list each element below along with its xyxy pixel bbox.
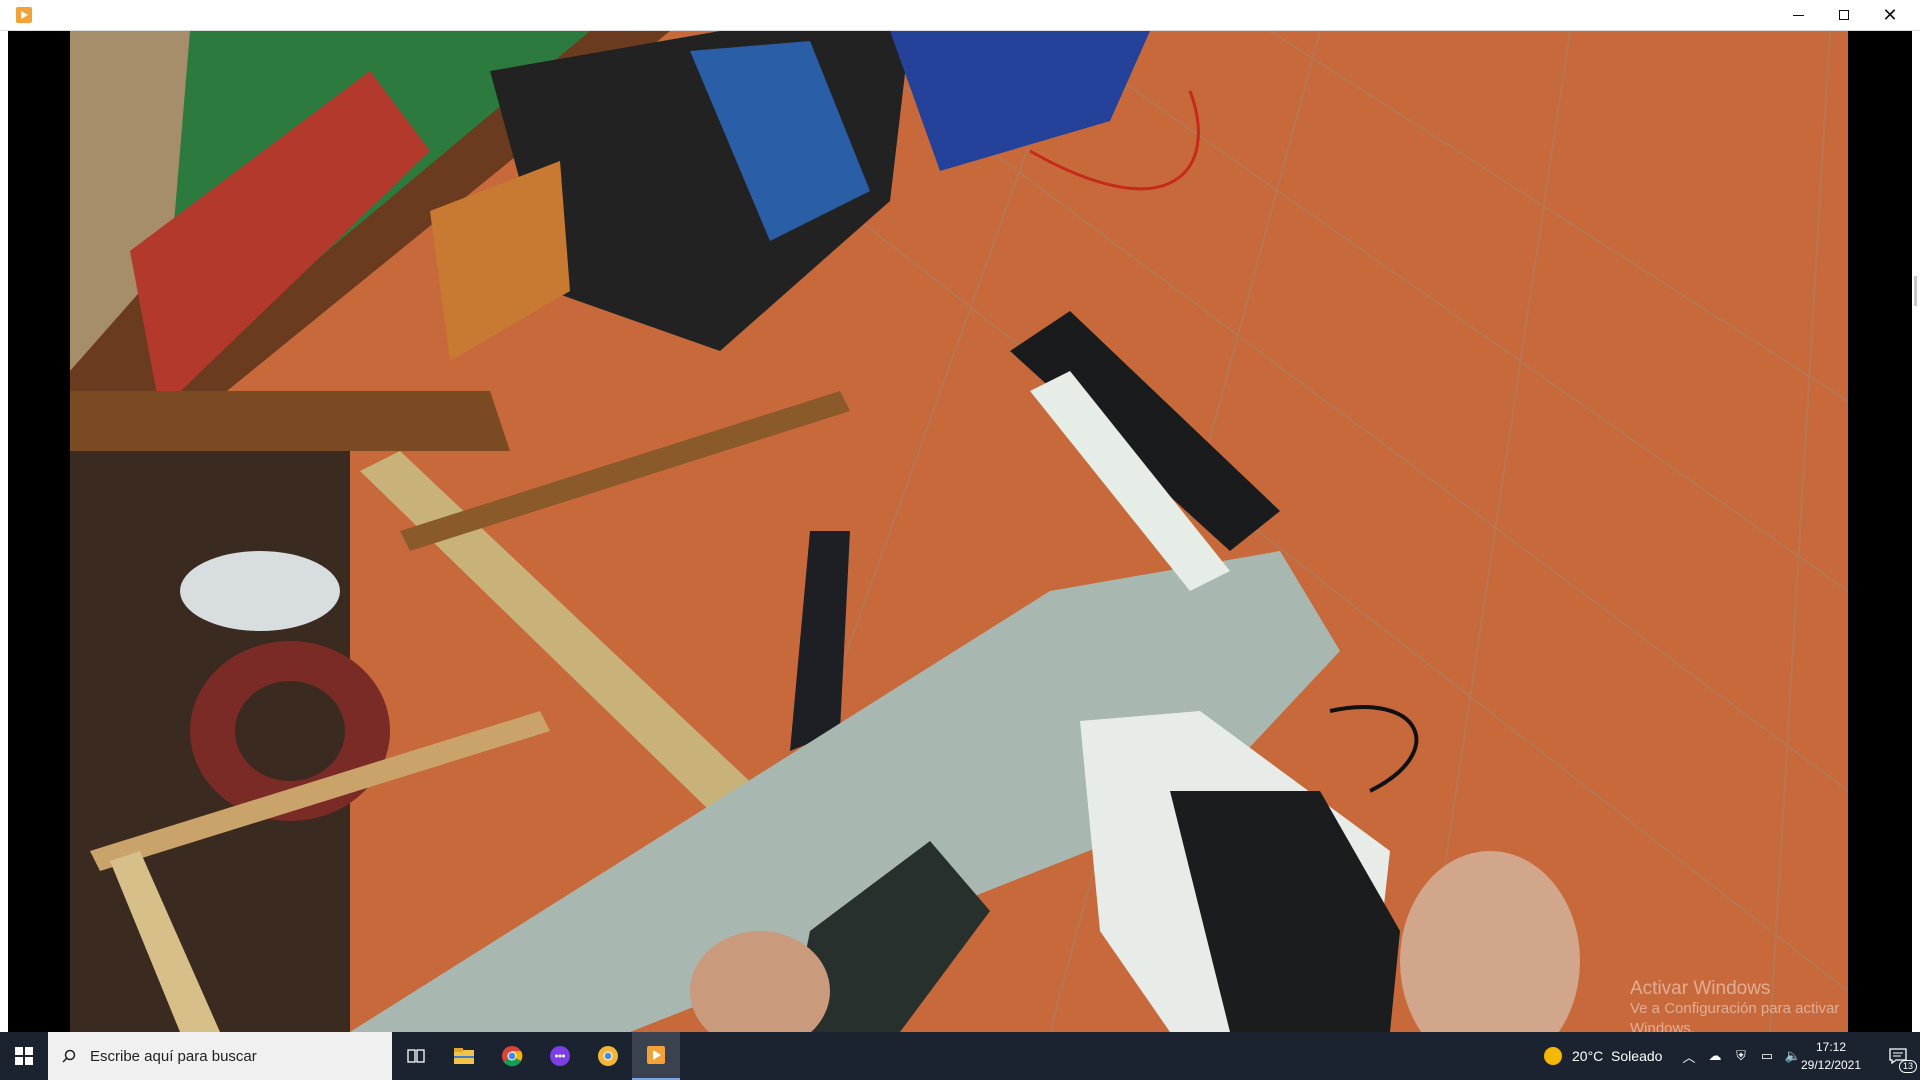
security-icon[interactable]: ⛨	[1732, 1047, 1750, 1065]
chrome-canary-button[interactable]	[584, 1032, 632, 1080]
weather-widget[interactable]: 20°C Soleado	[1544, 1032, 1662, 1080]
maximize-button[interactable]	[1821, 0, 1867, 30]
media-player-icon	[16, 7, 32, 23]
messenger-icon	[550, 1046, 570, 1066]
search-icon	[62, 1049, 76, 1063]
media-player-taskbar-button[interactable]	[632, 1032, 680, 1080]
windows-start-icon	[15, 1047, 33, 1065]
minimize-icon	[1792, 14, 1804, 16]
scroll-thumb[interactable]	[1914, 276, 1917, 306]
activation-watermark: Activar Windows Ve a Configuración para …	[1630, 978, 1848, 1033]
sun-icon	[1544, 1047, 1562, 1065]
video-frame[interactable]: Activar Windows Ve a Configuración para …	[8, 31, 1912, 1032]
notifications-button[interactable]: 13	[1876, 1032, 1920, 1080]
task-view-icon	[407, 1049, 425, 1063]
media-player-window: ✕ Activar Windows Ve a Configuración par…	[0, 0, 1920, 1032]
weather-text: 20°C Soleado	[1572, 1048, 1663, 1064]
chrome-button[interactable]	[488, 1032, 536, 1080]
clock[interactable]: 17:12 29/12/2021	[1792, 1038, 1870, 1074]
file-explorer-icon	[454, 1048, 474, 1064]
activation-watermark-text: Ve a Configuración para activar Windows.	[1630, 1000, 1840, 1032]
messenger-button[interactable]	[536, 1032, 584, 1080]
network-icon[interactable]: ▭	[1758, 1047, 1776, 1065]
title-bar[interactable]: ✕	[0, 0, 1920, 31]
minimize-button[interactable]	[1775, 0, 1821, 30]
start-button[interactable]	[0, 1032, 48, 1080]
activation-watermark-title: Activar Windows	[1630, 978, 1771, 999]
notifications-count: 13	[1899, 1060, 1918, 1073]
maximize-icon	[1839, 10, 1849, 20]
system-tray: ︿ ☁ ⛨ ▭ 🔈	[1680, 1032, 1802, 1080]
chevron-up-icon[interactable]: ︿	[1680, 1047, 1698, 1065]
close-icon: ✕	[1882, 5, 1898, 25]
chrome-canary-icon	[598, 1046, 618, 1066]
close-button[interactable]: ✕	[1867, 0, 1913, 30]
search-placeholder: Escribe aquí para buscar	[90, 1047, 257, 1065]
window-left-edge	[0, 31, 8, 1032]
taskbar-search[interactable]: Escribe aquí para buscar	[48, 1032, 392, 1080]
task-view-button[interactable]	[392, 1032, 440, 1080]
media-player-icon	[647, 1046, 665, 1064]
clock-date: 29/12/2021	[1800, 1058, 1862, 1072]
taskbar: Escribe aquí para buscar 20°C Soleado ︿ …	[0, 1032, 1920, 1080]
cloud-icon[interactable]: ☁	[1706, 1047, 1724, 1065]
video-content[interactable]: Activar Windows Ve a Configuración para …	[70, 31, 1848, 1032]
clock-time: 17:12	[1815, 1040, 1847, 1054]
chrome-icon	[502, 1046, 523, 1067]
video-scene	[70, 31, 1848, 1032]
window-right-edge	[1912, 31, 1920, 1032]
file-explorer-button[interactable]	[440, 1032, 488, 1080]
